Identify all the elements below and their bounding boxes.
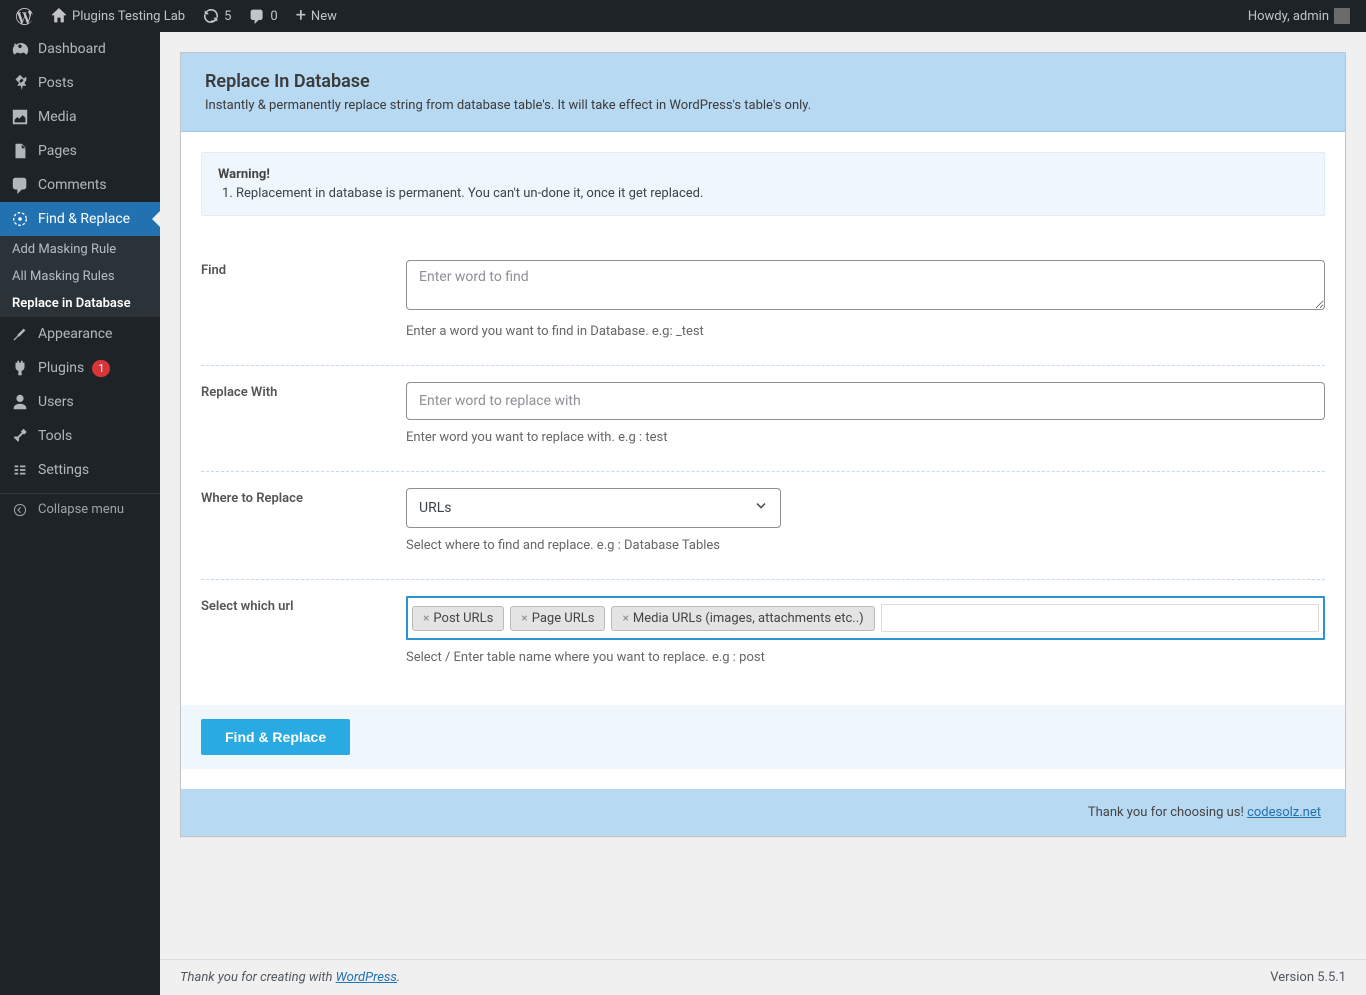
menu-comments[interactable]: Comments xyxy=(0,168,160,202)
codesolz-link[interactable]: codesolz.net xyxy=(1247,805,1321,820)
menu-plugins[interactable]: Plugins 1 xyxy=(0,351,160,385)
avatar-icon xyxy=(1334,8,1350,24)
tools-icon xyxy=(10,427,30,445)
url-tag[interactable]: ×Page URLs xyxy=(510,606,605,631)
page-header: Replace In Database Instantly & permanen… xyxy=(181,53,1345,132)
plugins-badge: 1 xyxy=(92,360,110,377)
menu-dashboard[interactable]: Dashboard xyxy=(0,32,160,66)
menu-posts[interactable]: Posts xyxy=(0,66,160,100)
menu-media[interactable]: Media xyxy=(0,100,160,134)
menu-tools[interactable]: Tools xyxy=(0,419,160,453)
url-multi-select[interactable]: ×Post URLs ×Page URLs ×Media URLs (image… xyxy=(406,596,1325,640)
dashboard-icon xyxy=(10,40,30,58)
menu-find-replace[interactable]: Find & Replace xyxy=(0,202,160,236)
warning-item: Replacement in database is permanent. Yo… xyxy=(236,186,1308,201)
where-help: Select where to find and replace. e.g : … xyxy=(406,538,1325,553)
where-select[interactable]: URLs xyxy=(406,488,781,528)
where-label: Where to Replace xyxy=(201,488,406,553)
close-icon[interactable]: × xyxy=(423,611,429,625)
comments-count: 0 xyxy=(270,9,277,24)
replace-input[interactable] xyxy=(406,382,1325,420)
submenu-all-masking[interactable]: All Masking Rules xyxy=(0,263,160,290)
howdy-text: Howdy, admin xyxy=(1248,9,1329,24)
replace-help: Enter word you want to replace with. e.g… xyxy=(406,430,1325,445)
warning-box: Warning! Replacement in database is perm… xyxy=(201,152,1325,216)
find-help: Enter a word you want to find in Databas… xyxy=(406,324,1325,339)
appearance-icon xyxy=(10,325,30,343)
updates-count: 5 xyxy=(224,9,231,24)
url-help: Select / Enter table name where you want… xyxy=(406,650,1325,665)
close-icon[interactable]: × xyxy=(521,611,527,625)
menu-pages[interactable]: Pages xyxy=(0,134,160,168)
updates-link[interactable]: 5 xyxy=(195,0,239,32)
multi-select-input[interactable] xyxy=(881,604,1319,632)
url-tag[interactable]: ×Post URLs xyxy=(412,606,504,631)
url-tag[interactable]: ×Media URLs (images, attachments etc..) xyxy=(611,606,874,631)
wordpress-link[interactable]: WordPress xyxy=(336,970,397,985)
site-name: Plugins Testing Lab xyxy=(72,9,185,24)
warning-title: Warning! xyxy=(218,167,270,182)
find-label: Find xyxy=(201,260,406,339)
menu-users[interactable]: Users xyxy=(0,385,160,419)
collapse-menu[interactable]: Collapse menu xyxy=(0,493,160,525)
page-subtitle: Instantly & permanently replace string f… xyxy=(205,98,1321,113)
version-text: Version 5.5.1 xyxy=(1270,970,1346,985)
submit-button[interactable]: Find & Replace xyxy=(201,719,350,755)
thanks-banner: Thank you for choosing us! codesolz.net xyxy=(181,789,1345,836)
site-home-link[interactable]: Plugins Testing Lab xyxy=(43,0,193,32)
menu-appearance[interactable]: Appearance xyxy=(0,317,160,351)
submenu-replace-db[interactable]: Replace in Database xyxy=(0,290,160,317)
url-label: Select which url xyxy=(201,596,406,665)
user-icon xyxy=(10,393,30,411)
account-link[interactable]: Howdy, admin xyxy=(1240,0,1358,32)
pin-icon xyxy=(10,74,30,92)
wp-logo[interactable] xyxy=(8,0,41,32)
new-label: New xyxy=(311,9,337,24)
media-icon xyxy=(10,108,30,126)
comments-link[interactable]: 0 xyxy=(241,0,285,32)
find-replace-icon xyxy=(10,210,30,228)
page-title: Replace In Database xyxy=(205,71,1321,92)
page-icon xyxy=(10,142,30,160)
find-input[interactable] xyxy=(406,260,1325,310)
new-link[interactable]: + New xyxy=(288,0,345,32)
menu-settings[interactable]: Settings xyxy=(0,453,160,487)
replace-label: Replace With xyxy=(201,382,406,445)
collapse-icon xyxy=(10,503,30,517)
comment-icon xyxy=(10,176,30,194)
submenu-add-masking[interactable]: Add Masking Rule xyxy=(0,236,160,263)
plugin-icon xyxy=(10,359,30,377)
close-icon[interactable]: × xyxy=(622,611,628,625)
settings-icon xyxy=(10,461,30,479)
